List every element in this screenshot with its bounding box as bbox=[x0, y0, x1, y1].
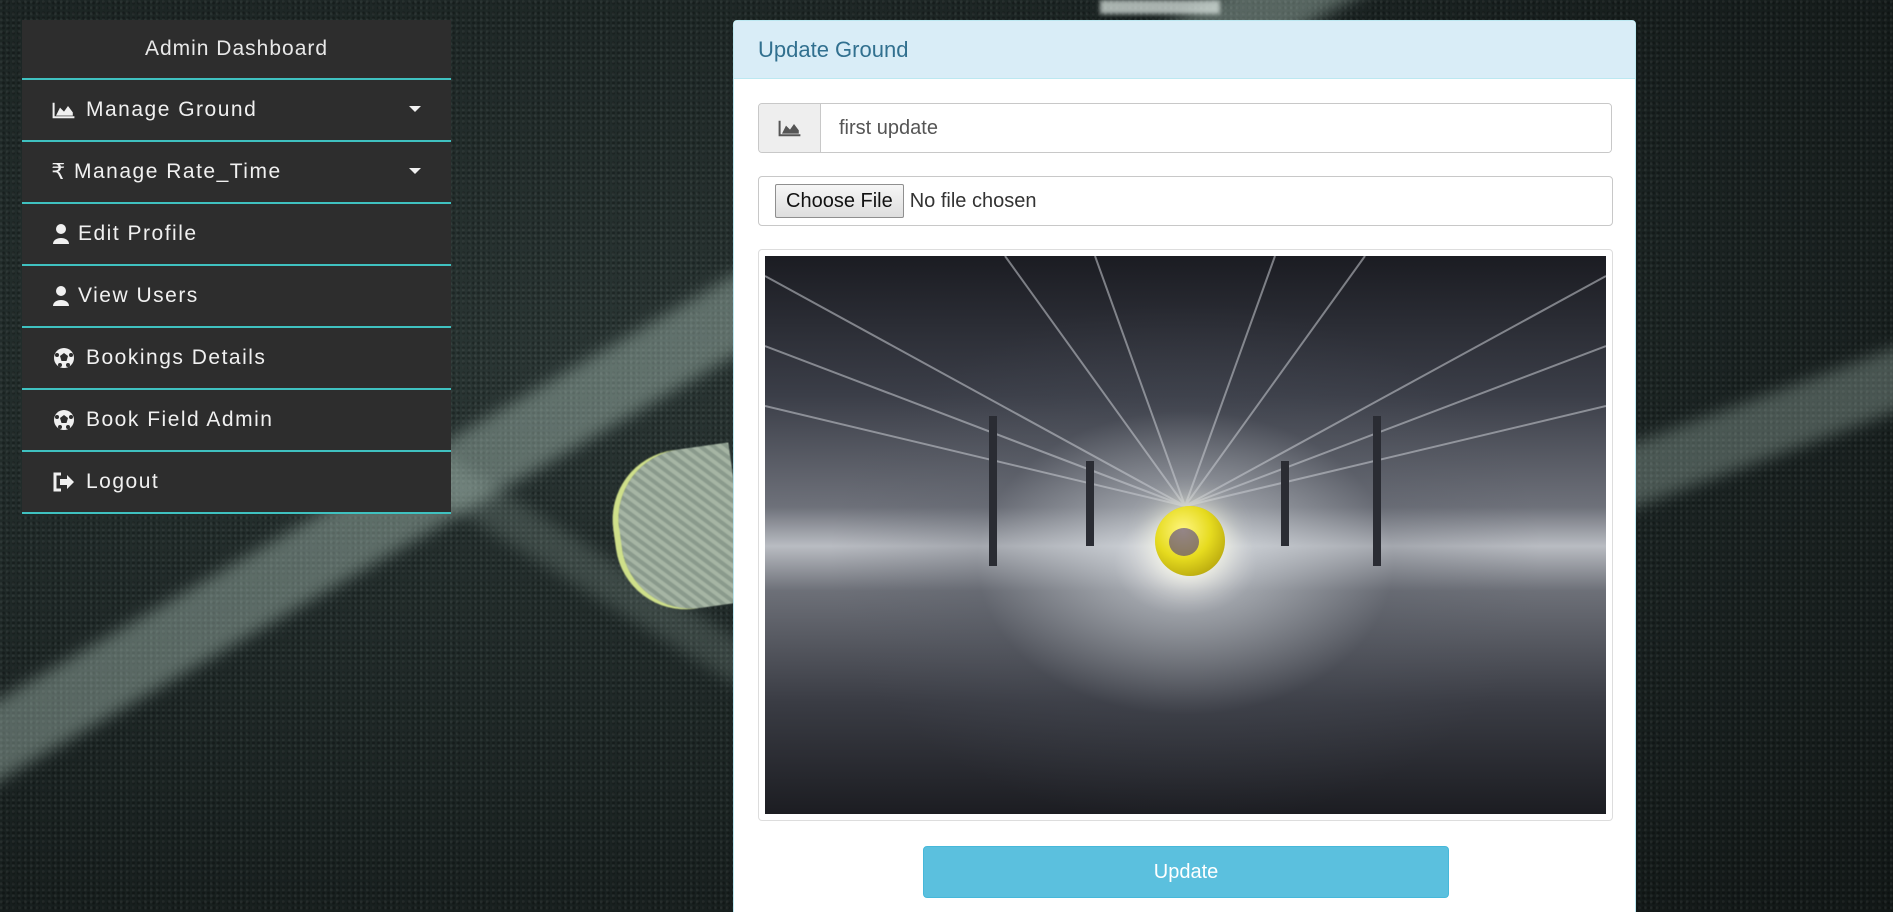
sidebar-item-manage-ground[interactable]: Manage Ground bbox=[22, 80, 451, 142]
sidebar-item-edit-profile[interactable]: Edit Profile bbox=[22, 204, 451, 266]
panel-heading: Update Ground bbox=[734, 21, 1635, 79]
rupee-icon: ₹ bbox=[51, 159, 67, 184]
sidebar-title: Admin Dashboard bbox=[22, 20, 451, 80]
chevron-down-icon bbox=[409, 106, 421, 112]
file-input[interactable]: Choose File No file chosen bbox=[758, 176, 1613, 226]
sidebar-item-label: View Users bbox=[78, 284, 199, 307]
user-icon bbox=[52, 223, 70, 245]
sidebar-item-label: Manage Ground bbox=[86, 98, 258, 121]
sidebar-item-label: Manage Rate_Time bbox=[74, 160, 282, 183]
update-button[interactable]: Update bbox=[923, 846, 1449, 898]
ground-image-thumbnail bbox=[758, 249, 1613, 821]
ground-image bbox=[765, 256, 1606, 814]
soccer-ball-graphic bbox=[1155, 506, 1225, 576]
sidebar-item-label: Edit Profile bbox=[78, 222, 198, 245]
chevron-down-icon bbox=[409, 168, 421, 174]
area-chart-icon bbox=[759, 104, 821, 152]
ground-name-input[interactable] bbox=[821, 104, 1611, 152]
sidebar: Admin Dashboard Manage Ground ₹ Manage R… bbox=[22, 20, 451, 514]
sidebar-item-logout[interactable]: Logout bbox=[22, 452, 451, 514]
sidebar-item-book-field-admin[interactable]: Book Field Admin bbox=[22, 390, 451, 452]
user-icon bbox=[52, 285, 70, 307]
area-chart-icon bbox=[52, 99, 76, 121]
file-status: No file chosen bbox=[909, 189, 1037, 212]
update-ground-panel: Update Ground Choose File No file chosen bbox=[733, 20, 1636, 912]
sidebar-item-manage-rate-time[interactable]: ₹ Manage Rate_Time bbox=[22, 142, 451, 204]
sidebar-item-label: Bookings Details bbox=[86, 346, 267, 369]
ground-name-group bbox=[758, 103, 1612, 153]
sign-out-icon bbox=[52, 472, 76, 492]
sidebar-item-view-users[interactable]: View Users bbox=[22, 266, 451, 328]
choose-file-button[interactable]: Choose File bbox=[775, 184, 904, 218]
soccer-ball-icon bbox=[52, 409, 76, 431]
soccer-ball-icon bbox=[52, 347, 76, 369]
field-line bbox=[1100, 0, 1220, 14]
sidebar-item-label: Logout bbox=[86, 470, 160, 493]
sidebar-item-bookings-details[interactable]: Bookings Details bbox=[22, 328, 451, 390]
sidebar-item-label: Book Field Admin bbox=[86, 408, 274, 431]
